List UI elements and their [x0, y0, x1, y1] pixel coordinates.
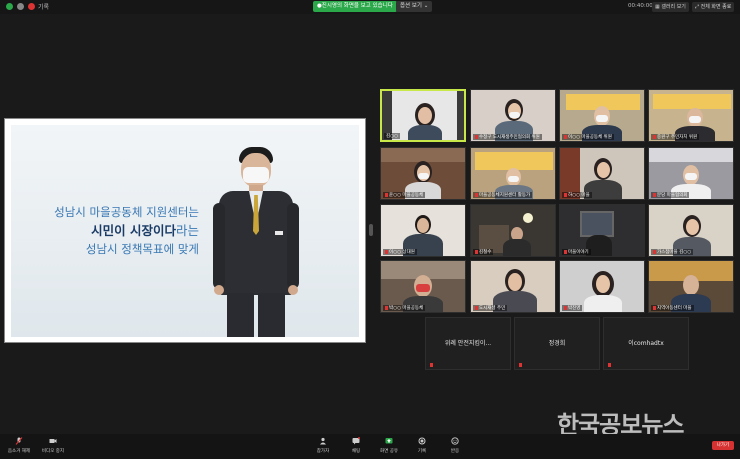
participant-name: 지역아동센터 마을 — [651, 305, 694, 311]
participant-name: 중원구 주민자치 위원 — [651, 134, 700, 140]
shield-icon[interactable] — [6, 3, 13, 10]
video-button[interactable]: 비디오 중지 — [38, 436, 68, 458]
slide-line-2-strong: 시민이 시장이다 — [91, 223, 176, 238]
mic-muted-icon — [385, 192, 388, 197]
participant-name: 하○○ 마을 — [562, 192, 592, 198]
participant-name: 도시재생 주민 — [473, 305, 508, 311]
participant-tile[interactable]: 마을이야기 — [559, 204, 645, 257]
slide-line-3: 성남시 정책목표에 맞게 — [85, 242, 199, 256]
participant-tile[interactable]: 김○○ — [380, 89, 466, 142]
participant-name: 마을공동체지원센터 활동가 — [473, 192, 533, 198]
participant-name: 이○○ 상대원 — [383, 249, 417, 255]
mic-muted-icon — [653, 134, 656, 139]
slide-line-2-rest: 라는 — [175, 223, 199, 238]
participant-tile[interactable]: 하○○ 마을 — [559, 147, 645, 200]
participant-tile[interactable]: 박진영 — [559, 260, 645, 313]
participant-tile[interactable]: 분당 마을협의회 — [648, 147, 734, 200]
participant-tile[interactable]: 마을공동체지원센터 활동가 — [470, 147, 556, 200]
mic-muted-icon — [608, 362, 611, 367]
mic-muted-icon — [385, 249, 388, 254]
participant-tile[interactable]: 지역아동센터 마을 — [648, 260, 734, 313]
presentation-slide: 성남시 마을공동체 지원센터는 시민이 시장이다라는 성남시 정책목표에 맞게 — [11, 125, 359, 337]
video-camera-icon — [49, 439, 57, 443]
mute-button[interactable]: 음소거 해제 — [4, 436, 34, 458]
slide-text: 성남시 마을공동체 지원센터는 시민이 시장이다라는 성남시 정책목표에 맞게 — [11, 203, 199, 258]
top-bar: 기록 ●진시영의 화면을 보고 있습니다 옵션 보기 ⌄ 00:40:00 ▦ … — [0, 0, 740, 14]
participants-button[interactable]: 참가자 — [308, 436, 338, 458]
participant-name-center: 위례 안전지킴이... — [444, 340, 492, 347]
mic-muted-icon — [564, 192, 567, 197]
mic-muted-icon — [653, 305, 656, 310]
participant-name: 가스점마을 김○○ — [651, 249, 694, 255]
share-notice-badge: ●진시영의 화면을 보고 있습니다 — [313, 1, 397, 12]
window-title: 기록 — [38, 4, 50, 11]
participant-name — [428, 362, 436, 369]
record-icon — [28, 3, 35, 10]
participant-name: 이○○ 마을공동체 위원 — [562, 134, 614, 140]
mic-muted-icon — [430, 362, 433, 367]
mic-muted-icon — [475, 134, 478, 139]
mic-muted-icon — [564, 305, 567, 310]
participant-tile[interactable]: 위례 안전지킴이... — [425, 317, 511, 370]
chat-bubble-icon — [352, 437, 360, 445]
view-options-button[interactable]: 옵션 보기 ⌄ — [396, 1, 433, 12]
participant-tile[interactable]: 윤○○ 마을공동체 — [380, 147, 466, 200]
participant-tile[interactable]: 김철수 — [470, 204, 556, 257]
participant-name — [517, 362, 525, 369]
panel-resize-handle[interactable] — [369, 224, 373, 236]
mic-muted-icon — [475, 192, 478, 197]
record-button[interactable]: 기록 — [407, 436, 437, 458]
participant-name-center: 정경희 — [548, 340, 566, 347]
share-screen-icon — [385, 438, 393, 444]
mic-muted-icon — [653, 249, 656, 254]
slide-line-1: 성남시 마을공동체 지원센터는 — [54, 205, 199, 219]
shared-screen[interactable]: 성남시 마을공동체 지원센터는 시민이 시장이다라는 성남시 정책목표에 맞게 — [4, 118, 366, 343]
participant-tile[interactable]: 박○○ 마을공동체 — [380, 260, 466, 313]
participant-tile[interactable]: 이○○ 마을공동체 위원 — [559, 89, 645, 142]
mic-muted-icon — [475, 305, 478, 310]
participant-name: 김철수 — [473, 249, 494, 255]
participant-name: 윤○○ 마을공동체 — [383, 192, 426, 198]
smiley-icon — [451, 437, 459, 445]
mic-muted-icon — [475, 249, 478, 254]
participant-tile[interactable]: 이comhadtx — [603, 317, 689, 370]
participant-name — [606, 362, 614, 369]
participant-name-center: 이comhadtx — [628, 340, 664, 347]
info-icon[interactable] — [17, 3, 24, 10]
share-screen-button[interactable]: 화면 공유 — [374, 436, 404, 458]
gallery-view-button[interactable]: ▦ 갤러리 보기 — [652, 2, 689, 12]
participant-name: 마을이야기 — [562, 249, 591, 255]
mic-muted-icon — [564, 134, 567, 139]
mic-muted-icon — [385, 305, 388, 310]
people-icon — [320, 437, 326, 445]
meeting-toolbar: 음소거 해제 비디오 중지 참가자 채팅 화면 공유 기록 반응 — [0, 434, 740, 459]
mic-muted-icon — [519, 362, 522, 367]
participant-tile[interactable]: 정경희 — [514, 317, 600, 370]
participant-name: 수정구 도시재생주민협의회 위원 — [473, 134, 542, 140]
participant-name: 박진영 — [562, 305, 583, 311]
mic-muted-icon — [653, 192, 656, 197]
presenter-figure — [211, 147, 301, 337]
participant-name: 박○○ 마을공동체 — [383, 305, 426, 311]
reactions-button[interactable]: 반응 — [440, 436, 470, 458]
meeting-timer: 00:40:00 — [628, 3, 653, 9]
exit-fullscreen-button[interactable]: ⤢ 전체 화면 종료 — [692, 2, 735, 12]
participant-tile[interactable]: 중원구 주민자치 위원 — [648, 89, 734, 142]
participant-tile[interactable]: 이○○ 상대원 — [380, 204, 466, 257]
mic-muted-icon — [564, 249, 567, 254]
participant-name: 김○○ — [384, 133, 400, 139]
participant-name: 분당 마을협의회 — [651, 192, 690, 198]
participant-tile[interactable]: 수정구 도시재생주민협의회 위원 — [470, 89, 556, 142]
leave-button[interactable]: 나가기 — [712, 441, 734, 450]
chat-button[interactable]: 채팅 — [341, 436, 371, 458]
record-icon — [418, 437, 426, 445]
participant-tile[interactable]: 도시재생 주민 — [470, 260, 556, 313]
slide-line-2: 시민이 시장이다라는 — [11, 221, 199, 240]
participant-tile[interactable]: 가스점마을 김○○ — [648, 204, 734, 257]
mic-icon — [15, 437, 23, 445]
